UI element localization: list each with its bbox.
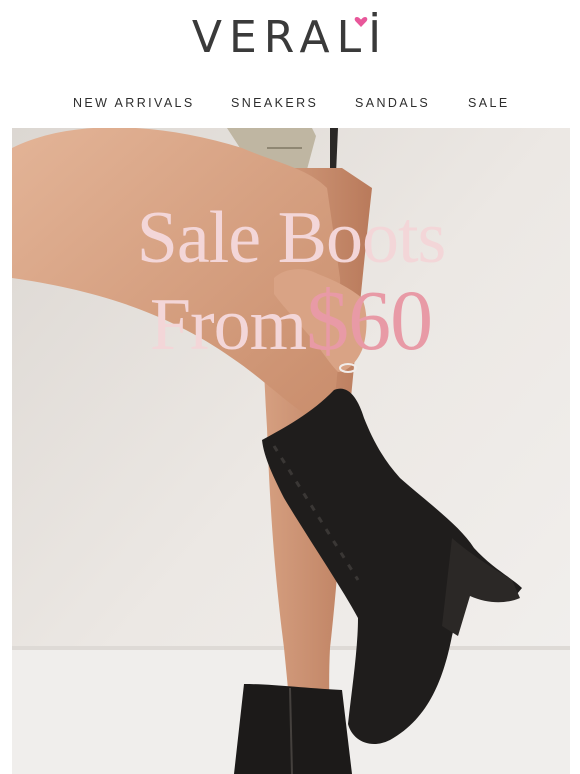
nav-sneakers[interactable]: SNEAKERS bbox=[231, 96, 318, 110]
nav-new-arrivals[interactable]: NEW ARRIVALS bbox=[73, 96, 195, 110]
hero-banner[interactable]: Sale Boots From$60 bbox=[12, 128, 570, 774]
suede-boot-standing bbox=[234, 684, 352, 774]
main-navigation: NEW ARRIVALS SNEAKERS SANDALS SALE bbox=[0, 96, 580, 114]
brand-logo[interactable]: VERALİ bbox=[0, 12, 580, 63]
headline-price: $60 bbox=[306, 272, 433, 368]
email-header: VERALİ NEW ARRIVALS SNEAKERS SANDALS SAL… bbox=[0, 0, 580, 128]
headline-line1: Sale Boots bbox=[136, 197, 447, 279]
nav-sandals[interactable]: SANDALS bbox=[355, 96, 430, 110]
hero-headline: Sale Boots From$60 bbox=[12, 198, 570, 367]
heart-icon bbox=[354, 17, 368, 27]
headline-from: From bbox=[149, 284, 307, 366]
nav-sale[interactable]: SALE bbox=[468, 96, 510, 110]
headline-line2: From$60 bbox=[12, 277, 570, 367]
